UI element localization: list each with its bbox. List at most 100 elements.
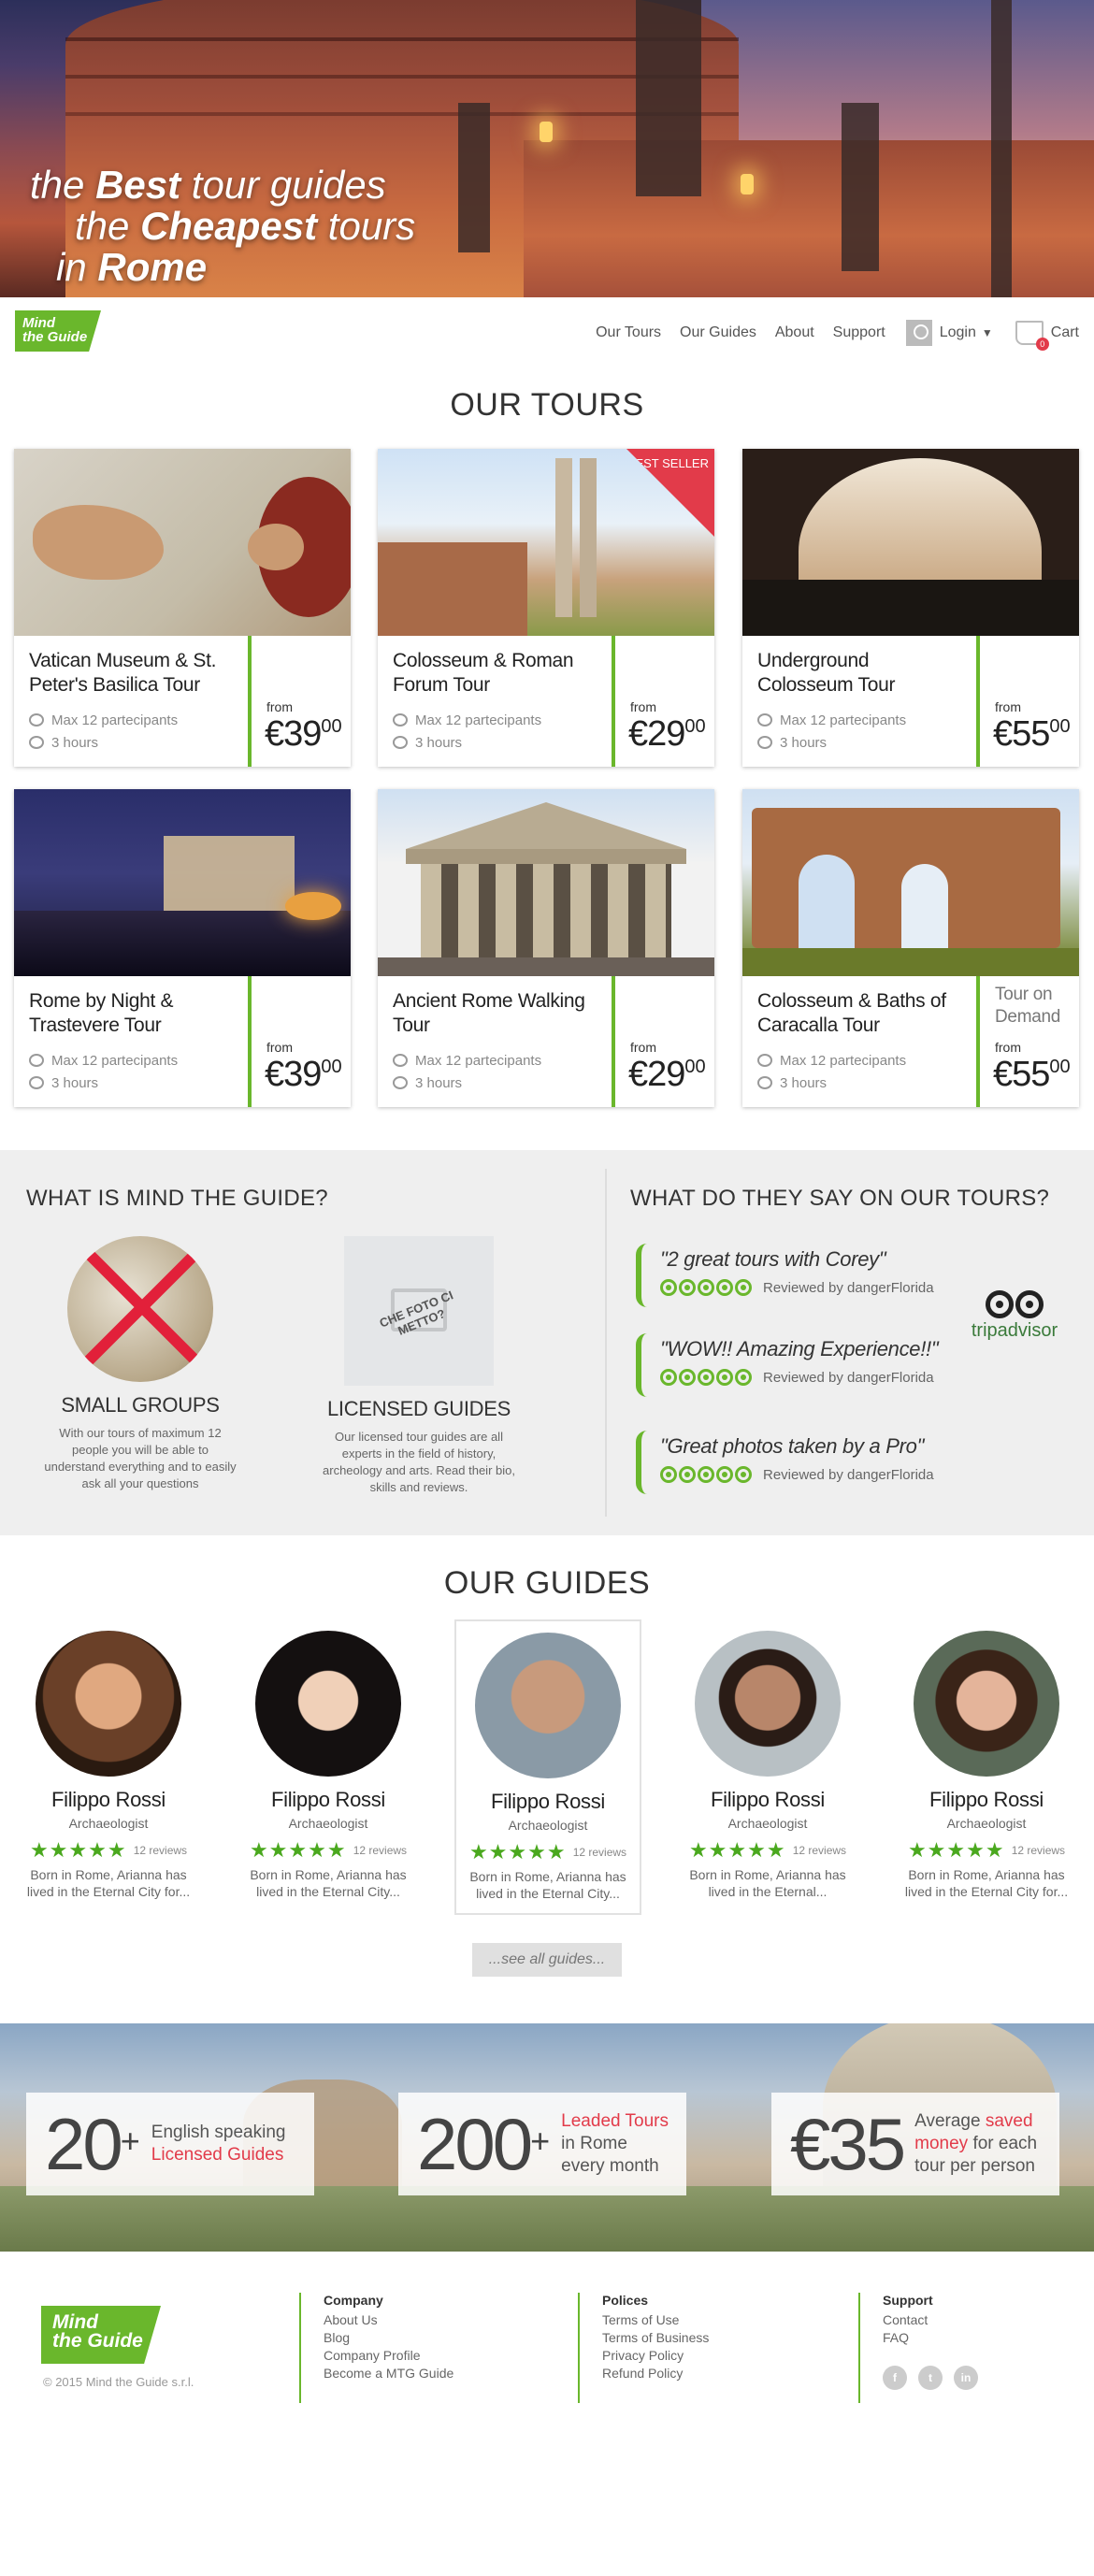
footer-link-privacy-policy[interactable]: Privacy Policy [602, 2347, 709, 2365]
review-item: "Great photos taken by a Pro" Reviewed b… [636, 1431, 1010, 1494]
review-count: 12 reviews [572, 1846, 627, 1859]
review-count: 12 reviews [792, 1844, 847, 1857]
footer-link-company-profile[interactable]: Company Profile [324, 2347, 453, 2365]
star-rating-icon: ★★★★★ 12 reviews [29, 1838, 188, 1862]
stat-guides: 20+ English speaking Licensed Guides [26, 2093, 314, 2195]
tour-name[interactable]: Colosseum & Roman Forum Tour [393, 649, 589, 698]
nav-our-guides[interactable]: Our Guides [680, 324, 756, 341]
from-label: from [266, 699, 293, 714]
tour-name[interactable]: Underground Colosseum Tour [757, 649, 954, 698]
user-icon[interactable] [905, 320, 932, 346]
guide-name[interactable]: Filippo Rossi [15, 1788, 202, 1812]
price-box: from €2900 [612, 976, 714, 1107]
guide-card[interactable]: Filippo Rossi Archaeologist ★★★★★ 12 rev… [15, 1619, 202, 1900]
tour-card[interactable]: Rome by Night & Trastevere Tour Max 12 p… [14, 789, 351, 1107]
site-logo[interactable]: Mind the Guide [15, 310, 101, 352]
tour-name[interactable]: Colosseum & Baths of Caracalla Tour [757, 989, 954, 1038]
cart-count-badge: 0 [1035, 338, 1049, 351]
linkedin-icon[interactable]: in [954, 2366, 978, 2390]
image-placeholder: CHE FOTO CI METTO? [344, 1236, 494, 1386]
guide-role: Archaeologist [727, 1816, 808, 1831]
duration-info: 3 hours [29, 735, 98, 751]
review-quote: "Great photos taken by a Pro" [660, 1434, 925, 1458]
guide-name[interactable]: Filippo Rossi [674, 1788, 861, 1812]
facebook-icon[interactable]: f [883, 2366, 907, 2390]
statue-image [842, 103, 879, 271]
group-icon [29, 713, 44, 727]
footer-link-terms-of-business[interactable]: Terms of Business [602, 2329, 709, 2347]
footer-heading: Polices [602, 2293, 649, 2308]
tour-card[interactable]: BEST SELLER Colosseum & Roman Forum Tour… [378, 449, 714, 767]
tour-name[interactable]: Vatican Museum & St. Peter's Basilica To… [29, 649, 225, 698]
tour-price: €2900 [628, 1055, 706, 1094]
footer-support: Support Contact FAQ f t in [858, 2293, 989, 2403]
footer-link-contact[interactable]: Contact [883, 2311, 989, 2329]
footer-link-faq[interactable]: FAQ [883, 2329, 989, 2347]
duration-info: 3 hours [757, 735, 827, 751]
cart-icon[interactable]: 0 [1015, 321, 1049, 351]
footer-link-become-guide[interactable]: Become a MTG Guide [324, 2365, 453, 2382]
about-reviews-section: WHAT IS MIND THE GUIDE? SMALL GROUPS Wit… [0, 1150, 1094, 1535]
price-box: from €2900 [612, 636, 714, 767]
lamp-light [741, 174, 754, 194]
tour-card[interactable]: Vatican Museum & St. Peter's Basilica To… [14, 449, 351, 767]
tour-card[interactable]: Ancient Rome Walking Tour Max 12 parteci… [378, 789, 714, 1107]
sheep-image [67, 1236, 213, 1382]
guide-name[interactable]: Filippo Rossi [893, 1788, 1080, 1812]
nav-about[interactable]: About [775, 324, 814, 341]
guide-bio: Born in Rome, Arianna has lived in the E… [469, 1869, 626, 1901]
clock-icon [393, 1076, 408, 1089]
tour-card[interactable]: Colosseum & Baths of Caracalla Tour Max … [742, 789, 1079, 1107]
login-button[interactable]: Login [940, 324, 976, 341]
group-icon [29, 1054, 44, 1067]
guide-photo [36, 1631, 181, 1777]
guide-name[interactable]: Filippo Rossi [456, 1790, 640, 1814]
lamp-post-image [991, 0, 1012, 297]
review-count: 12 reviews [1011, 1844, 1066, 1857]
cart-link[interactable]: Cart [1051, 324, 1079, 341]
stat-tours: 200+ Leaded Tours in Rome every month [398, 2093, 686, 2195]
see-all-guides-button[interactable]: ...see all guides... [472, 1943, 622, 1977]
price-box: Tour on Demand from €5500 [976, 976, 1079, 1107]
guide-bio: Born in Rome, Arianna has lived in the E… [689, 1867, 846, 1899]
footer-link-refund-policy[interactable]: Refund Policy [602, 2365, 709, 2382]
review-item: "2 great tours with Corey" Reviewed by d… [636, 1244, 1010, 1307]
tours-section-title: OUR TOURS [450, 387, 644, 423]
tour-card[interactable]: Underground Colosseum Tour Max 12 partec… [742, 449, 1079, 767]
guide-card-selected[interactable]: Filippo Rossi Archaeologist ★★★★★ 12 rev… [454, 1619, 641, 1915]
tour-image-underground-colosseum [742, 449, 1079, 636]
participants-info: Max 12 partecipants [393, 1053, 541, 1069]
tripadvisor-logo[interactable]: tripadvisor [963, 1290, 1066, 1342]
tour-image-vatican [14, 449, 351, 636]
twitter-icon[interactable]: t [918, 2366, 943, 2390]
guide-name[interactable]: Filippo Rossi [235, 1788, 422, 1812]
footer-logo[interactable]: Mind the Guide [41, 2306, 161, 2364]
tour-name[interactable]: Ancient Rome Walking Tour [393, 989, 589, 1038]
price-box: from €3900 [248, 976, 351, 1107]
guide-card[interactable]: Filippo Rossi Archaeologist ★★★★★ 12 rev… [235, 1619, 422, 1900]
participants-info: Max 12 partecipants [29, 1053, 178, 1069]
star-rating-icon: ★★★★★ 12 reviews [688, 1838, 847, 1862]
feature-title: LICENSED GUIDES [327, 1397, 511, 1420]
footer-polices: Polices Terms of Use Terms of Business P… [578, 2293, 709, 2403]
guide-card[interactable]: Filippo Rossi Archaeologist ★★★★★ 12 rev… [674, 1619, 861, 1900]
review-item: "WOW!! Amazing Experience!!" Reviewed by… [636, 1333, 1010, 1397]
tour-name[interactable]: Rome by Night & Trastevere Tour [29, 989, 225, 1038]
footer-link-blog[interactable]: Blog [324, 2329, 453, 2347]
footer-link-about-us[interactable]: About Us [324, 2311, 453, 2329]
footer-link-terms-of-use[interactable]: Terms of Use [602, 2311, 709, 2329]
guide-card[interactable]: Filippo Rossi Archaeologist ★★★★★ 12 rev… [893, 1619, 1080, 1900]
participants-info: Max 12 partecipants [757, 1053, 906, 1069]
clock-icon [393, 736, 408, 749]
guide-bio: Born in Rome, Arianna has lived in the E… [250, 1867, 407, 1899]
chevron-down-icon[interactable]: ▼ [982, 326, 993, 339]
from-label: from [995, 699, 1021, 714]
nav-support[interactable]: Support [833, 324, 885, 341]
tour-price: €3900 [265, 714, 342, 754]
guide-role: Archaeologist [288, 1816, 368, 1831]
clock-icon [757, 736, 772, 749]
feature-title: SMALL GROUPS [61, 1393, 220, 1417]
price-box: from €5500 [976, 636, 1079, 767]
on-demand-label: Tour on Demand [995, 985, 1061, 1027]
nav-our-tours[interactable]: Our Tours [596, 324, 661, 341]
